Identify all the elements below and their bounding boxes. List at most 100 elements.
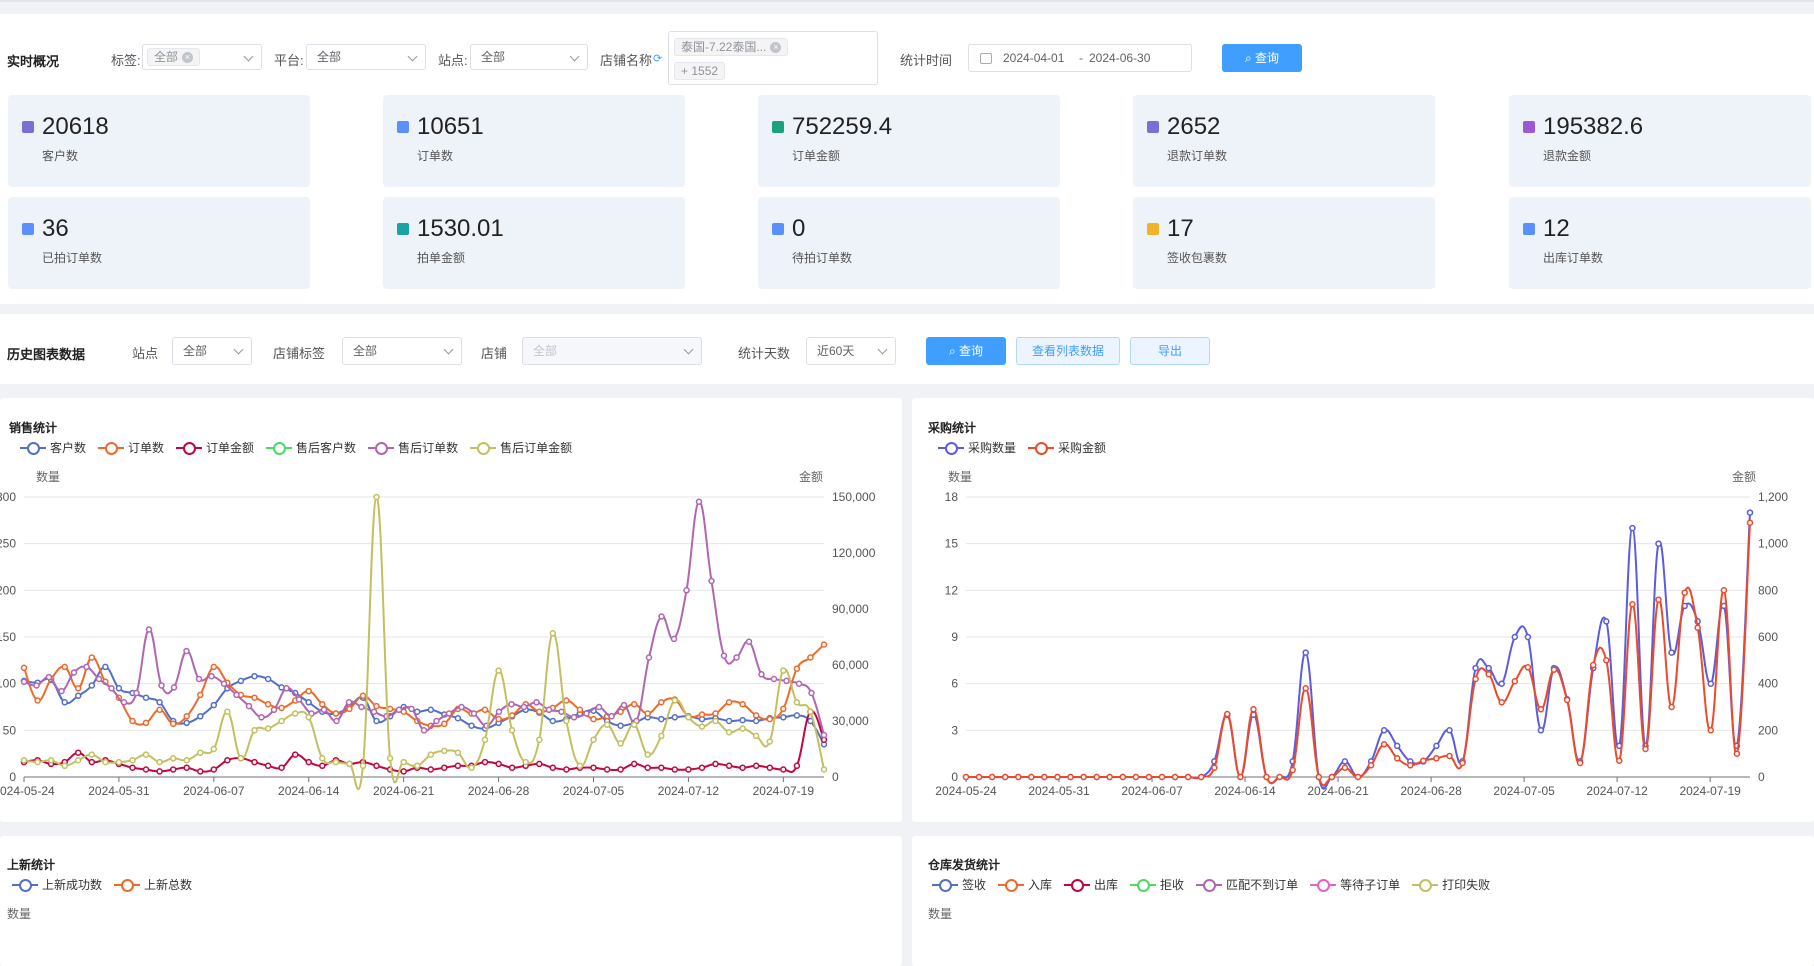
data-point <box>61 663 68 671</box>
data-point <box>1028 773 1035 781</box>
data-point <box>671 714 679 721</box>
data-point <box>685 714 692 721</box>
data-point <box>210 701 218 709</box>
realtime-title: 实时概况 <box>7 54 60 69</box>
data-point <box>251 672 258 680</box>
search-icon: ⌕ <box>948 344 960 358</box>
data-point <box>264 725 272 732</box>
history-store-tag-select[interactable]: 全部 <box>342 337 462 365</box>
site-filter-label: 站点: <box>438 53 468 68</box>
data-point <box>305 687 312 695</box>
data-point <box>120 699 128 706</box>
stat-label: 退款订单数 <box>1167 149 1228 163</box>
data-point <box>780 667 787 674</box>
tag-filter-select[interactable]: 全部 × <box>142 44 262 70</box>
history-store-select[interactable]: 全部 <box>522 337 702 365</box>
data-point <box>74 685 82 692</box>
data-point <box>95 675 103 683</box>
realtime-overview-section: 实时概况 标签: 全部 × 平台: 全部 站点: 全部 店铺名称 ⟳ 泰国-7.2… <box>0 14 1814 304</box>
data-point <box>1603 657 1610 664</box>
legend-item[interactable]: 上新成功数 <box>12 876 102 893</box>
data-point <box>251 727 258 734</box>
stat-label: 退款金额 <box>1543 149 1592 163</box>
data-point <box>305 714 312 721</box>
data-point <box>630 721 638 728</box>
outbound-icon <box>1523 223 1535 235</box>
x-tick-label: 2024-06-28 <box>468 784 530 798</box>
close-icon[interactable]: × <box>182 52 194 64</box>
refresh-icon[interactable]: ⟳ <box>653 52 662 65</box>
stat-card: 17 签收包裹数 <box>1133 197 1435 289</box>
stat-value: 12 <box>1543 215 1570 242</box>
legend-item[interactable]: 入库 <box>998 876 1052 893</box>
site-filter-select[interactable]: 全部 <box>470 44 588 70</box>
data-point <box>332 758 340 766</box>
data-point <box>34 758 41 766</box>
y-tick-label: 9 <box>951 630 958 644</box>
chevron-down-icon <box>243 51 254 62</box>
platform-filter-select[interactable]: 全部 <box>306 44 426 70</box>
legend-item[interactable]: 签收 <box>932 876 986 893</box>
stat-value: 195382.6 <box>1543 113 1644 140</box>
data-point <box>283 685 290 692</box>
data-point <box>752 732 760 740</box>
data-point <box>47 756 55 764</box>
data-point <box>1407 762 1414 769</box>
data-point <box>1498 680 1505 687</box>
date-range-picker[interactable]: 2024-04-01 - 2024-06-30 <box>968 44 1192 72</box>
data-point <box>237 677 245 685</box>
legend-item[interactable]: 打印失败 <box>1412 876 1490 893</box>
realtime-query-button[interactable]: ⌕ 查询 <box>1222 44 1302 72</box>
sales-chart-panel: 销售统计 客户数 订单数 订单金额 售后客户数 售后订单数 售后订单金额 数量 金额 05… <box>0 398 902 822</box>
data-point <box>34 697 41 704</box>
data-point <box>698 723 706 730</box>
legend-item[interactable]: 出库 <box>1064 876 1118 893</box>
data-point <box>1668 649 1675 656</box>
data-point <box>630 700 638 708</box>
data-point <box>61 699 68 706</box>
history-days-select[interactable]: 近60天 <box>806 337 896 365</box>
data-point <box>208 672 215 680</box>
data-point <box>1668 703 1675 711</box>
legend-item[interactable]: 匹配不到订单 <box>1196 876 1298 893</box>
data-point <box>129 717 136 725</box>
stat-value: 0 <box>792 215 806 242</box>
legend-marker-icon <box>114 878 141 892</box>
stat-value: 17 <box>1167 215 1194 242</box>
data-point <box>1524 664 1532 671</box>
legend-item[interactable]: 等待子订单 <box>1310 876 1400 893</box>
history-query-button[interactable]: ⌕ 查询 <box>926 337 1006 365</box>
close-icon[interactable]: × <box>770 42 782 54</box>
series-line <box>965 512 1751 790</box>
order-icon <box>397 121 409 133</box>
data-point <box>807 654 814 661</box>
data-point <box>373 702 380 710</box>
data-point <box>454 749 462 756</box>
x-tick-label: 2024-07-05 <box>563 784 625 798</box>
store-filter-select[interactable]: 泰国-7.22泰国... × + 1552 <box>668 31 878 85</box>
data-point <box>169 720 177 728</box>
history-site-select[interactable]: 全部 <box>172 337 252 365</box>
data-point <box>183 647 190 655</box>
customer-icon <box>22 121 34 133</box>
data-point <box>264 700 272 708</box>
view-list-button[interactable]: 查看列表数据 <box>1016 337 1120 365</box>
data-point <box>1537 727 1545 734</box>
tag-filter-label: 标签: <box>111 53 141 68</box>
new-listing-panel: 上新统计 上新成功数 上新总数 数量 <box>0 836 902 966</box>
date-separator: - <box>1079 51 1083 65</box>
data-point <box>1302 685 1309 692</box>
legend-item[interactable]: 上新总数 <box>114 876 192 893</box>
legend-item[interactable]: 拒收 <box>1130 876 1184 893</box>
data-point <box>1119 773 1127 781</box>
stat-label: 签收包裹数 <box>1167 251 1228 265</box>
x-tick-label: 2024-07-12 <box>658 784 720 798</box>
data-point <box>142 719 150 727</box>
data-point <box>658 764 665 771</box>
data-point <box>1393 742 1401 750</box>
history-filter-section: 历史图表数据 站点 全部 店铺标签 全部 店铺 全部 统计天数 近60天 ⌕ 查… <box>0 314 1814 384</box>
data-point <box>454 714 462 722</box>
y2-tick-label: 600 <box>1758 630 1778 644</box>
data-point <box>345 699 353 706</box>
export-button[interactable]: 导出 <box>1130 337 1210 365</box>
